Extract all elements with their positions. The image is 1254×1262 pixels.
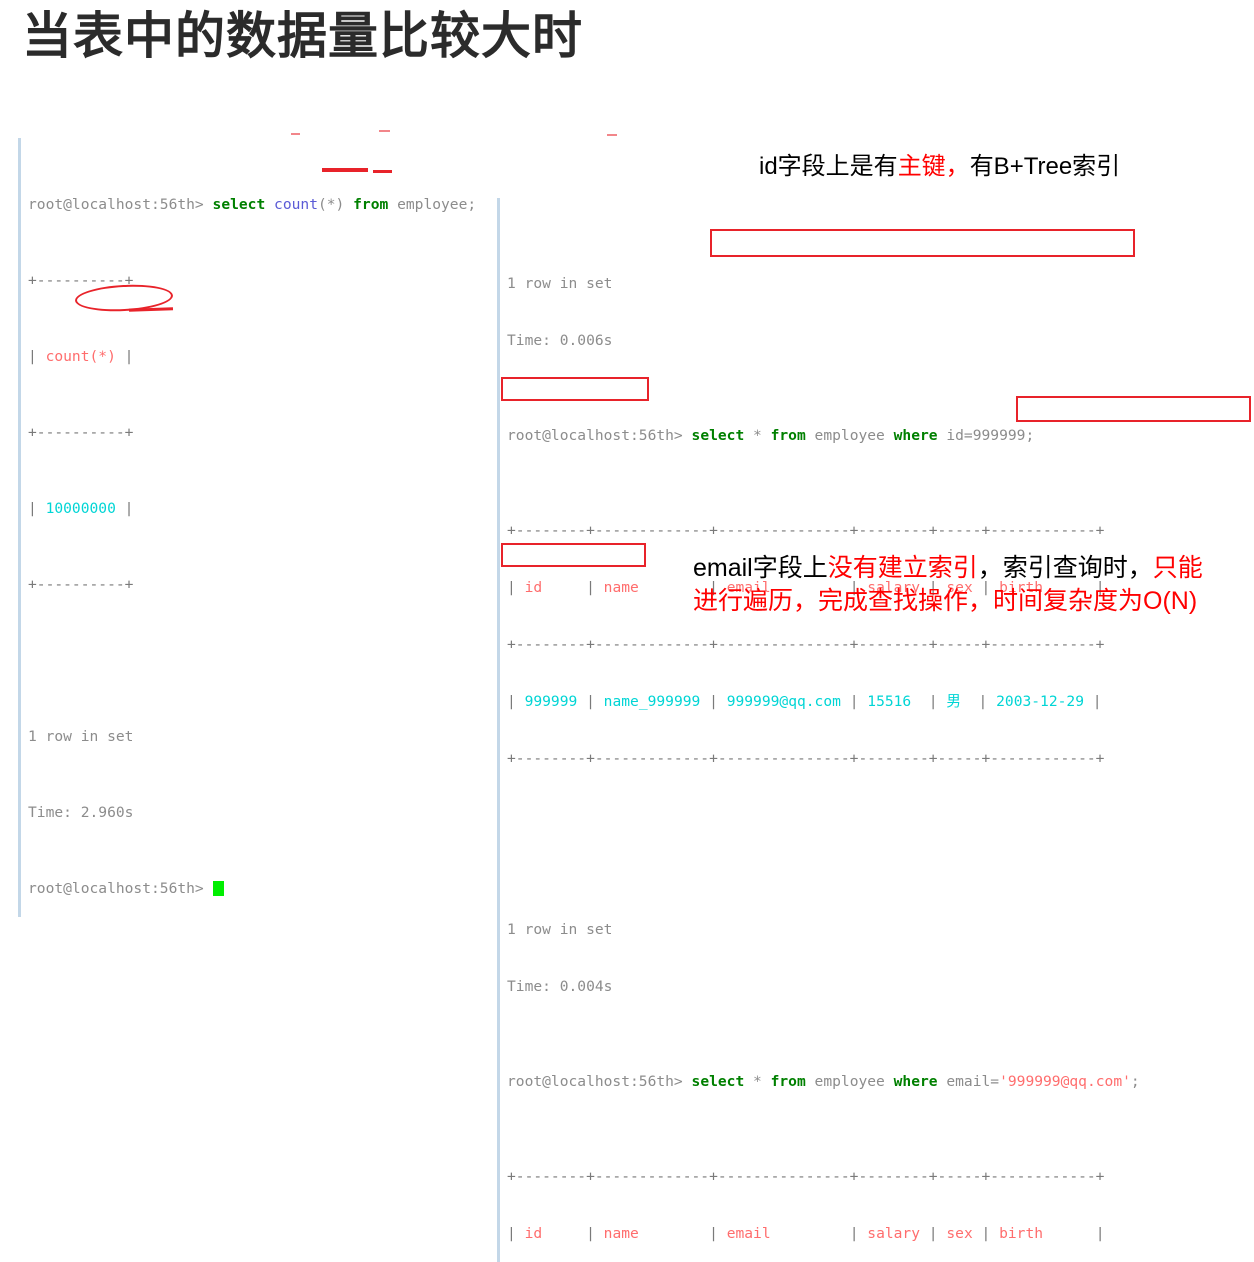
terminal-right-time-line-2: Time: 0.004s <box>507 977 1140 996</box>
annotation-bottom-line2: 进行遍历，完成查找操作，时间复杂度为O(N) <box>693 587 1198 615</box>
terminal-left[interactable]: root@localhost:56th> select count(*) fro… <box>18 138 476 917</box>
result-table-2-rule-top: +--------+-------------+---------------+… <box>507 1168 1105 1185</box>
terminal-right-rows-in-set-2: 1 row in set <box>507 921 613 938</box>
terminal-left-rows-in-set: 1 row in set <box>28 728 134 745</box>
terminal-right-time-label-2: Time: <box>507 978 551 995</box>
terminal-left-value-row: | 10000000 | <box>28 500 134 517</box>
sql-string-literal-email: '999999@qq.com' <box>999 1073 1131 1090</box>
ink-speck-3 <box>607 134 617 136</box>
annotation-bottom: email字段上没有建立索引，索引查询时，只能 进行遍历，完成查找操作，时间复杂度… <box>693 552 1203 618</box>
ink-speck-1 <box>291 133 300 135</box>
terminal-left-header-row: | count(*) | <box>28 348 134 365</box>
cell-count-value: 10000000 <box>45 500 116 517</box>
page-title: 当表中的数据量比较大时 <box>22 8 583 64</box>
annotation-top: id字段上是有主键，有B+Tree索引 <box>759 152 1120 182</box>
sql-keyword-from: from <box>353 196 389 213</box>
terminal-right-time-value-1: 0.006s <box>559 332 613 349</box>
result-table-2-header: | id | name | email | salary | sex | bir… <box>507 1225 1105 1242</box>
terminal-right-blank-1 <box>507 825 1140 844</box>
annotation-bottom-l1-part1: email字段上 <box>693 554 828 582</box>
terminal-right-query-email: root@localhost:56th> select * from emplo… <box>507 1073 1140 1090</box>
terminal-left-line-prompt-2: root@localhost:56th> <box>28 879 476 898</box>
terminal-right-prompt-2: root@localhost:56th> <box>507 1073 683 1090</box>
terminal-right[interactable]: 1 row in set Time: 0.006s root@localhost… <box>497 198 1140 1262</box>
annotation-bottom-l1-part2: ，索引查询时， <box>977 554 1153 582</box>
terminal-left-rule-3: +----------+ <box>28 576 134 593</box>
terminal-left-time-line: Time: 2.960s <box>28 803 476 822</box>
terminal-left-time-value: 2.960s <box>80 804 134 821</box>
sql-keyword-select: select <box>212 196 266 213</box>
terminal-left-prompt-2: root@localhost:56th> <box>28 880 204 897</box>
terminal-left-line-prompt-1: root@localhost:56th> select count(*) fro… <box>28 196 477 213</box>
sql-keyword-where-1: where <box>893 427 938 444</box>
terminal-right-time-label-1: Time: <box>507 332 551 349</box>
terminal-left-blank-1 <box>28 651 476 670</box>
annotation-bottom-line1: email字段上没有建立索引，索引查询时，只能 <box>693 552 1203 585</box>
sql-keyword-from-2: from <box>770 427 806 444</box>
terminal-left-time-label: Time: <box>28 804 72 821</box>
annotation-bottom-l1-highlight2: 只能 <box>1152 554 1203 582</box>
terminal-left-prompt-1: root@localhost:56th> <box>28 196 204 213</box>
terminal-right-time-value-2: 0.004s <box>559 978 613 995</box>
result-table-1-rule-top: +--------+-------------+---------------+… <box>507 522 1105 539</box>
terminal-right-prompt-1: root@localhost:56th> <box>507 427 683 444</box>
sql-function-count: count <box>274 196 318 213</box>
terminal-right-rows-in-set-1: 1 row in set <box>507 275 613 292</box>
annotation-top-part2: 有B+Tree索引 <box>969 153 1121 180</box>
terminal-right-query-id: root@localhost:56th> select * from emplo… <box>507 427 1035 444</box>
result-table-1-rule-mid: +--------+-------------+---------------+… <box>507 636 1105 653</box>
sql-keyword-where-2: where <box>893 1073 938 1090</box>
annotation-top-part1: id字段上是有 <box>759 153 898 180</box>
column-header-count: count(*) <box>45 348 116 365</box>
terminal-right-time-line-1: Time: 0.006s <box>507 331 1140 350</box>
sql-keyword-select-3: select <box>691 1073 745 1090</box>
ink-speck-2 <box>379 130 390 132</box>
terminal-left-rule-1: +----------+ <box>28 272 134 289</box>
annotation-bottom-l1-highlight: 没有建立索引 <box>827 554 978 582</box>
terminal-left-rule-2: +----------+ <box>28 424 134 441</box>
sql-keyword-select-2: select <box>691 427 745 444</box>
result-table-1-rule-bottom: +--------+-------------+---------------+… <box>507 750 1105 767</box>
result-table-1-row: | 999999 | name_999999 | 999999@qq.com |… <box>507 693 1102 710</box>
terminal-cursor <box>212 881 224 896</box>
sql-keyword-from-3: from <box>770 1073 806 1090</box>
annotation-top-highlight: 主键， <box>897 153 970 180</box>
